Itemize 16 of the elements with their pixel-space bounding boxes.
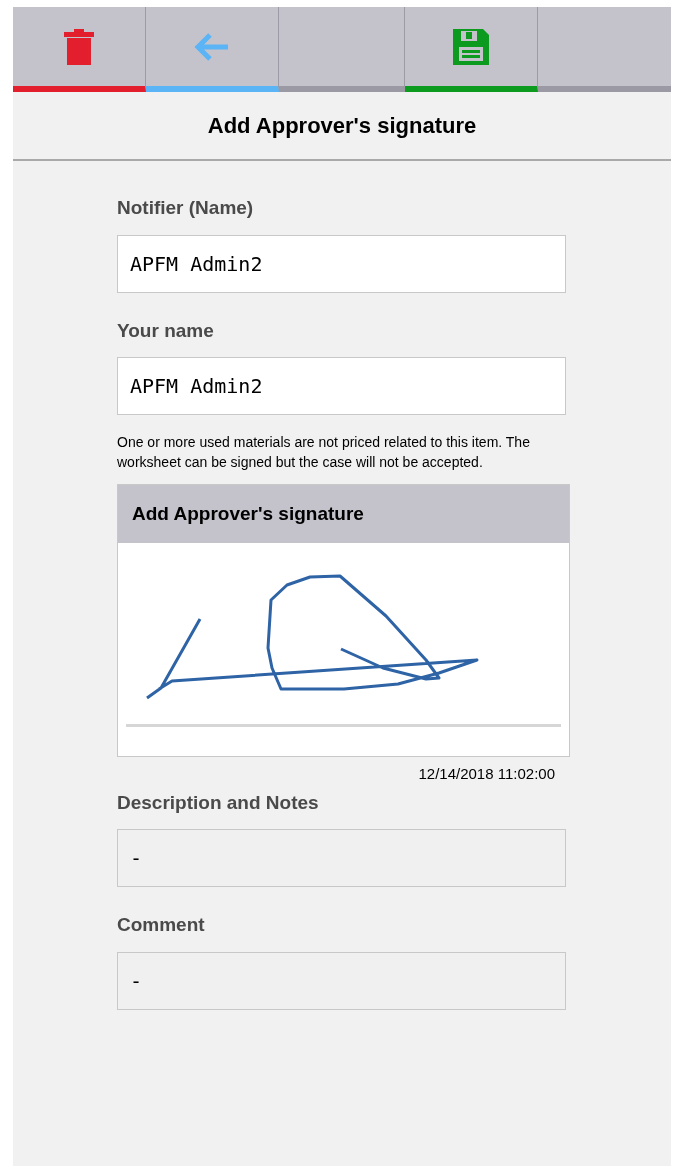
- field-label: Description and Notes: [117, 790, 320, 815]
- trash-icon: [64, 28, 94, 65]
- warning-text: One or more used materials are not priced related to this item. The worksheet can be signed but the case will not be accepted.: [117, 433, 531, 472]
- field-label: Comment: [117, 913, 206, 937]
- back-arrow-icon: [194, 31, 230, 62]
- timestamp: 12/14/2018 11:02:00: [418, 764, 555, 784]
- field-label: Notifier (Name): [117, 196, 255, 220]
- save-icon: [453, 28, 489, 65]
- panel-title: Add Approver's signature: [132, 501, 364, 526]
- page-title: Add Approver's signature: [207, 112, 477, 140]
- text-field[interactable]: APFM Admin2: [117, 357, 566, 415]
- delete-button[interactable]: [13, 7, 146, 92]
- text-field[interactable]: APFM Admin2: [117, 234, 566, 293]
- back-button[interactable]: [146, 7, 279, 92]
- field-label: Your name: [117, 318, 215, 343]
- save-button[interactable]: [405, 7, 538, 92]
